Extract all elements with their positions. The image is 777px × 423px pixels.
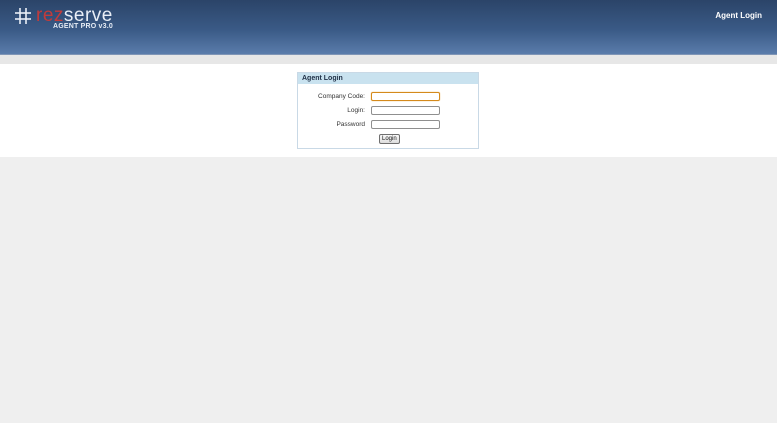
password-row: Password xyxy=(298,118,478,130)
login-label: Login: xyxy=(347,106,365,114)
main-content: Agent Login Company Code: Login: Passwor… xyxy=(0,64,777,157)
header-divider-strip xyxy=(0,55,777,64)
login-row: Login: xyxy=(298,104,478,116)
password-input[interactable] xyxy=(371,119,440,129)
company-code-input[interactable] xyxy=(371,91,440,101)
agent-login-link[interactable]: Agent Login xyxy=(715,11,762,20)
login-panel: Agent Login Company Code: Login: Passwor… xyxy=(297,72,479,149)
company-code-label: Company Code: xyxy=(318,92,365,100)
header-bar: rezserve AGENT PRO v3.0 Agent Login xyxy=(0,0,777,55)
company-code-row: Company Code: xyxy=(298,90,478,102)
login-panel-title: Agent Login xyxy=(298,73,478,84)
login-button[interactable]: Login xyxy=(379,134,400,144)
login-input[interactable] xyxy=(371,105,440,115)
product-version: AGENT PRO v3.0 xyxy=(53,23,113,30)
password-label: Password xyxy=(336,120,365,128)
logo-mark-icon xyxy=(15,8,31,24)
